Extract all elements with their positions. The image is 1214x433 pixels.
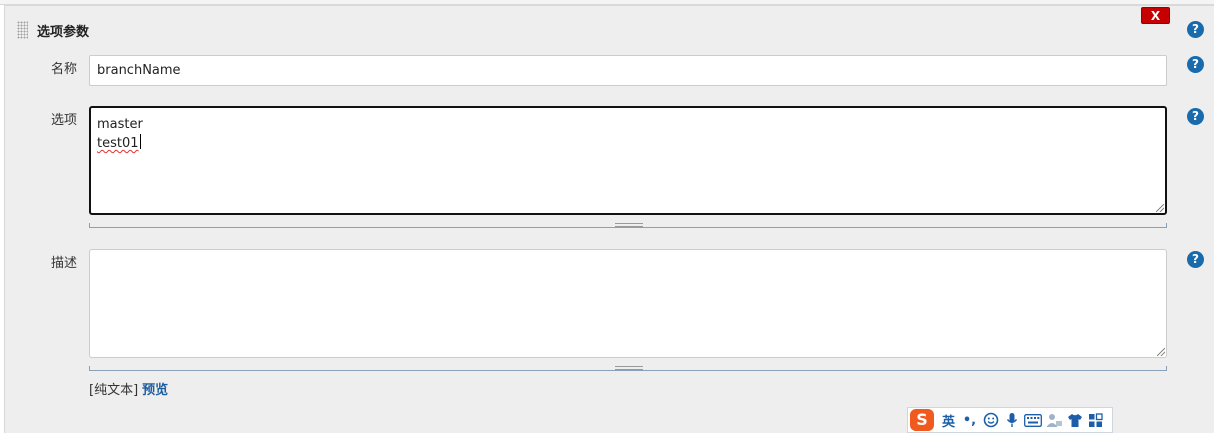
description-label: 描述 [51,256,78,271]
ime-punctuation[interactable]: •, [959,410,980,430]
description-textarea[interactable] [89,249,1167,358]
help-icon[interactable]: ? [1187,251,1204,268]
resize-grip-icon[interactable] [1156,204,1164,212]
ime-mode[interactable]: 英 [938,410,959,430]
choice-line: test01 [97,134,1159,153]
choice-line: master [97,117,143,132]
ime-toolbar: S 英 •, [907,407,1113,433]
choice-line-text: test01 [97,136,139,151]
preview-link[interactable]: 预览 [142,383,168,398]
user-tool-icon[interactable] [1043,410,1064,430]
text-caret [139,134,141,149]
microphone-icon[interactable] [1001,410,1022,430]
smiley-icon[interactable] [980,410,1001,430]
textarea-resizer[interactable] [89,223,1167,228]
name-input[interactable]: branchName [89,55,1167,86]
tshirt-icon[interactable] [1064,410,1085,430]
delete-button[interactable]: X [1141,7,1170,24]
help-icon[interactable]: ? [1187,108,1204,125]
sogou-logo-icon[interactable]: S [910,409,934,431]
drag-handle-icon[interactable] [17,21,28,39]
keyboard-icon[interactable] [1022,410,1043,430]
choices-textarea[interactable]: master test01 [89,106,1167,215]
choices-label: 选项 [51,113,78,128]
textarea-resizer[interactable] [89,366,1167,371]
help-icon[interactable]: ? [1187,56,1204,73]
resizer-knob-icon[interactable] [615,223,643,227]
format-line: [纯文本] 预览 [89,379,168,398]
name-label: 名称 [51,62,78,77]
section-title: 选项参数 [37,25,90,40]
resizer-knob-icon[interactable] [615,366,643,370]
help-icon[interactable]: ? [1187,21,1204,38]
grid-icon[interactable] [1085,410,1106,430]
plain-text-label: [纯文本] [89,383,139,398]
resize-grip-icon[interactable] [1157,348,1165,356]
